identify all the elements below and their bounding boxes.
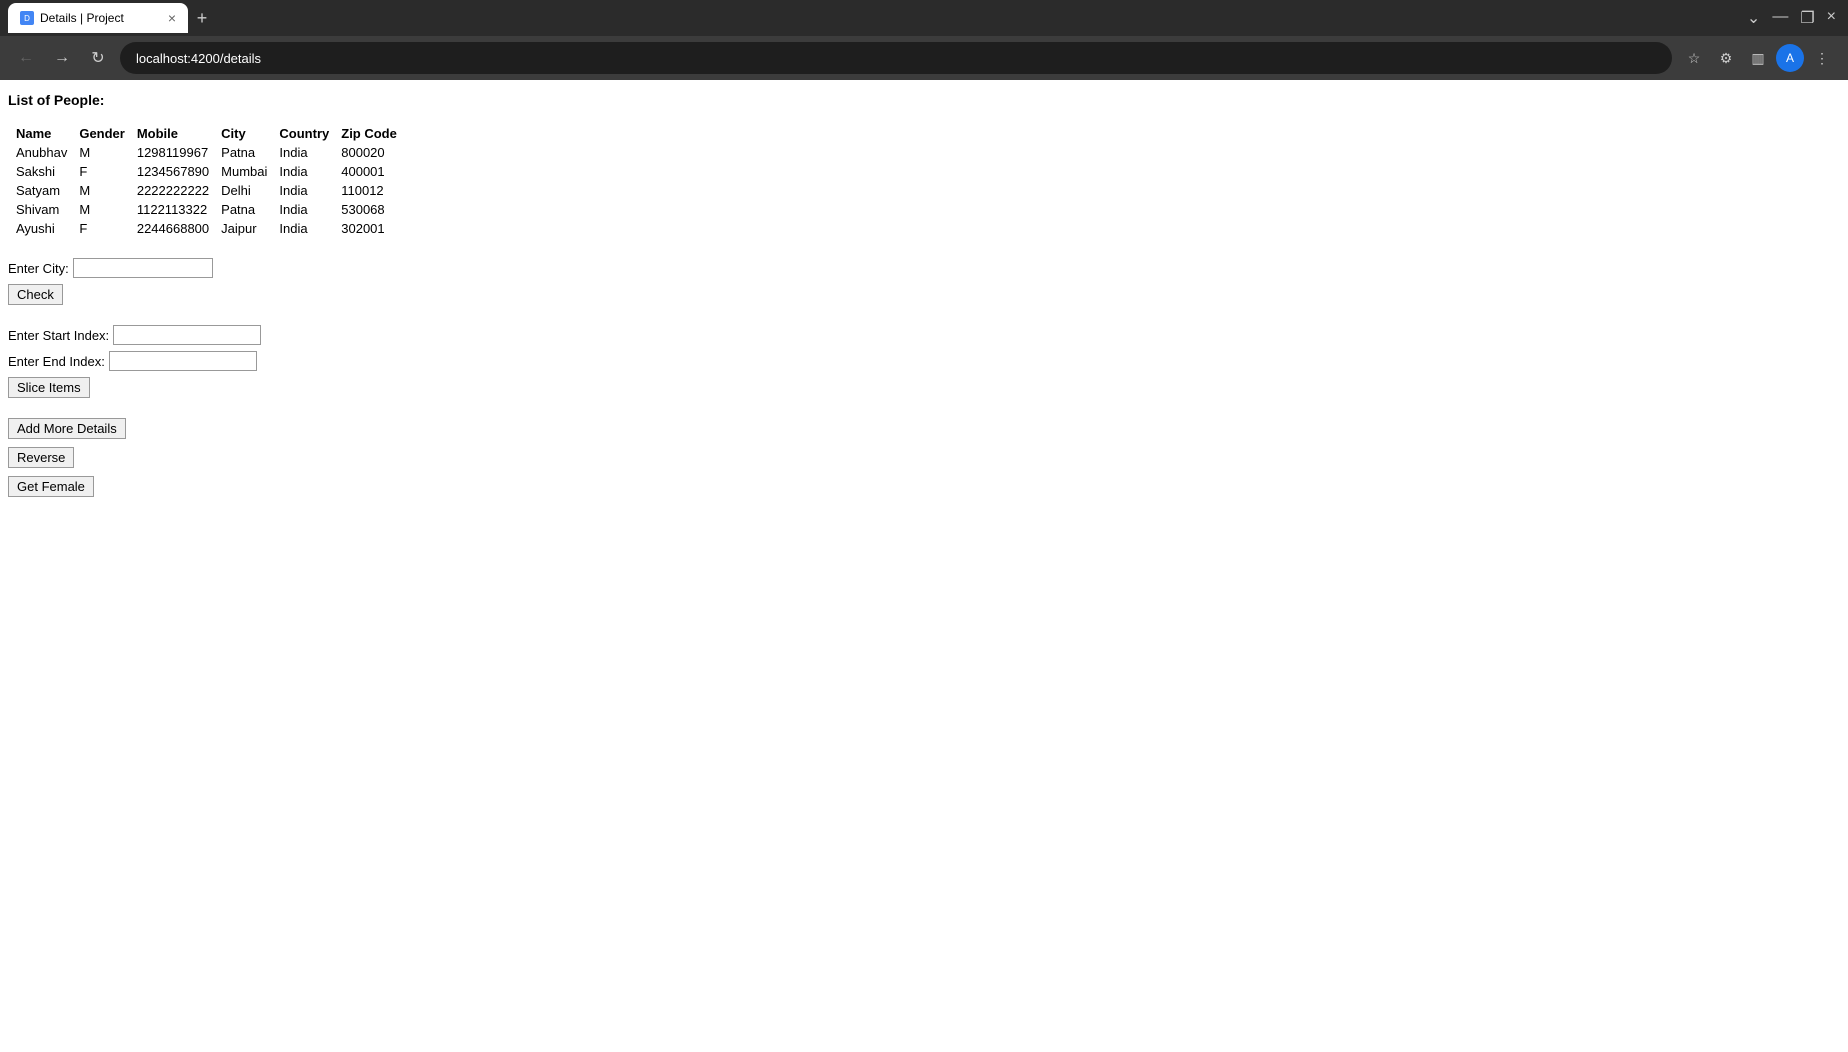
table-cell: India — [279, 181, 341, 200]
table-cell: 1298119967 — [137, 143, 221, 162]
address-input[interactable] — [136, 51, 1656, 66]
table-cell: 1234567890 — [137, 162, 221, 181]
people-table: Name Gender Mobile City Country Zip Code… — [16, 124, 409, 238]
slice-section: Enter Start Index: Enter End Index: Slic… — [8, 325, 1840, 406]
add-details-section: Add More Details — [8, 418, 1840, 439]
table-cell: M — [79, 181, 137, 200]
table-cell: Patna — [221, 143, 279, 162]
table-cell: F — [79, 162, 137, 181]
table-cell: Jaipur — [221, 219, 279, 238]
extensions-button[interactable]: ⚙ — [1712, 44, 1740, 72]
table-cell: 2244668800 — [137, 219, 221, 238]
start-index-label: Enter Start Index: — [8, 328, 109, 343]
table-cell: M — [79, 200, 137, 219]
end-index-input[interactable] — [109, 351, 257, 371]
col-header-gender: Gender — [79, 124, 137, 143]
start-index-row: Enter Start Index: — [8, 325, 1840, 345]
table-cell: 110012 — [341, 181, 409, 200]
slice-button[interactable]: Slice Items — [8, 377, 90, 398]
table-cell: Mumbai — [221, 162, 279, 181]
table-cell: Sakshi — [16, 162, 79, 181]
minimize-button[interactable]: — — [1768, 8, 1792, 28]
back-button[interactable]: ← — [12, 44, 40, 72]
table-row: SatyamM2222222222DelhiIndia110012 — [16, 181, 409, 200]
table-cell: 2222222222 — [137, 181, 221, 200]
active-tab[interactable]: D Details | Project × — [8, 3, 188, 33]
table-cell: 530068 — [341, 200, 409, 219]
col-header-mobile: Mobile — [137, 124, 221, 143]
address-bar: ← → ↻ ☆ ⚙ ▥ A ⋮ — [0, 36, 1848, 80]
table-row: AyushiF2244668800JaipurIndia302001 — [16, 219, 409, 238]
table-cell: India — [279, 200, 341, 219]
table-row: SakshiF1234567890MumbaiIndia400001 — [16, 162, 409, 181]
col-header-name: Name — [16, 124, 79, 143]
tab-list-button[interactable]: ⌄ — [1743, 8, 1764, 28]
tab-favicon: D — [20, 11, 34, 25]
table-cell: 800020 — [341, 143, 409, 162]
tab-close-button[interactable]: × — [168, 11, 176, 25]
reverse-section: Reverse — [8, 447, 1840, 468]
tab-bar: D Details | Project × + ⌄ — ❐ × — [0, 0, 1848, 36]
table-header-row: Name Gender Mobile City Country Zip Code — [16, 124, 409, 143]
tab-controls: ⌄ — ❐ × — [1743, 8, 1840, 28]
browser-chrome: D Details | Project × + ⌄ — ❐ × ← → ↻ ☆ … — [0, 0, 1848, 80]
table-cell: India — [279, 162, 341, 181]
bookmark-button[interactable]: ☆ — [1680, 44, 1708, 72]
reverse-button[interactable]: Reverse — [8, 447, 74, 468]
get-female-section: Get Female — [8, 476, 1840, 497]
profile-button[interactable]: A — [1776, 44, 1804, 72]
table-row: ShivamM1122113322PatnaIndia530068 — [16, 200, 409, 219]
table-cell: India — [279, 219, 341, 238]
browser-actions: ☆ ⚙ ▥ A ⋮ — [1680, 44, 1836, 72]
check-button[interactable]: Check — [8, 284, 63, 305]
page-title: List of People: — [8, 92, 1840, 108]
window-close-button[interactable]: × — [1823, 8, 1840, 28]
get-female-button[interactable]: Get Female — [8, 476, 94, 497]
table-cell: Patna — [221, 200, 279, 219]
col-header-zipcode: Zip Code — [341, 124, 409, 143]
city-filter-row: Enter City: — [8, 258, 1840, 278]
end-index-label: Enter End Index: — [8, 354, 105, 369]
table-row: AnubhavM1298119967PatnaIndia800020 — [16, 143, 409, 162]
add-more-details-button[interactable]: Add More Details — [8, 418, 126, 439]
table-cell: Delhi — [221, 181, 279, 200]
page-content: List of People: Name Gender Mobile City … — [0, 80, 1848, 1052]
end-index-row: Enter End Index: — [8, 351, 1840, 371]
start-index-input[interactable] — [113, 325, 261, 345]
col-header-city: City — [221, 124, 279, 143]
col-header-country: Country — [279, 124, 341, 143]
table-body: AnubhavM1298119967PatnaIndia800020Sakshi… — [16, 143, 409, 238]
city-label: Enter City: — [8, 261, 69, 276]
table-cell: Ayushi — [16, 219, 79, 238]
reload-button[interactable]: ↻ — [84, 44, 112, 72]
address-input-wrapper[interactable] — [120, 42, 1672, 74]
city-input[interactable] — [73, 258, 213, 278]
table-cell: 302001 — [341, 219, 409, 238]
city-filter-section: Enter City: Check — [8, 258, 1840, 313]
new-tab-button[interactable]: + — [188, 4, 216, 32]
restore-button[interactable]: ❐ — [1796, 8, 1818, 28]
menu-button[interactable]: ⋮ — [1808, 44, 1836, 72]
sidebar-button[interactable]: ▥ — [1744, 44, 1772, 72]
table-cell: 400001 — [341, 162, 409, 181]
table-cell: Satyam — [16, 181, 79, 200]
tab-title: Details | Project — [40, 11, 124, 25]
table-cell: Anubhav — [16, 143, 79, 162]
table-cell: 1122113322 — [137, 200, 221, 219]
table-cell: India — [279, 143, 341, 162]
forward-button[interactable]: → — [48, 44, 76, 72]
table-cell: M — [79, 143, 137, 162]
table-cell: F — [79, 219, 137, 238]
table-cell: Shivam — [16, 200, 79, 219]
